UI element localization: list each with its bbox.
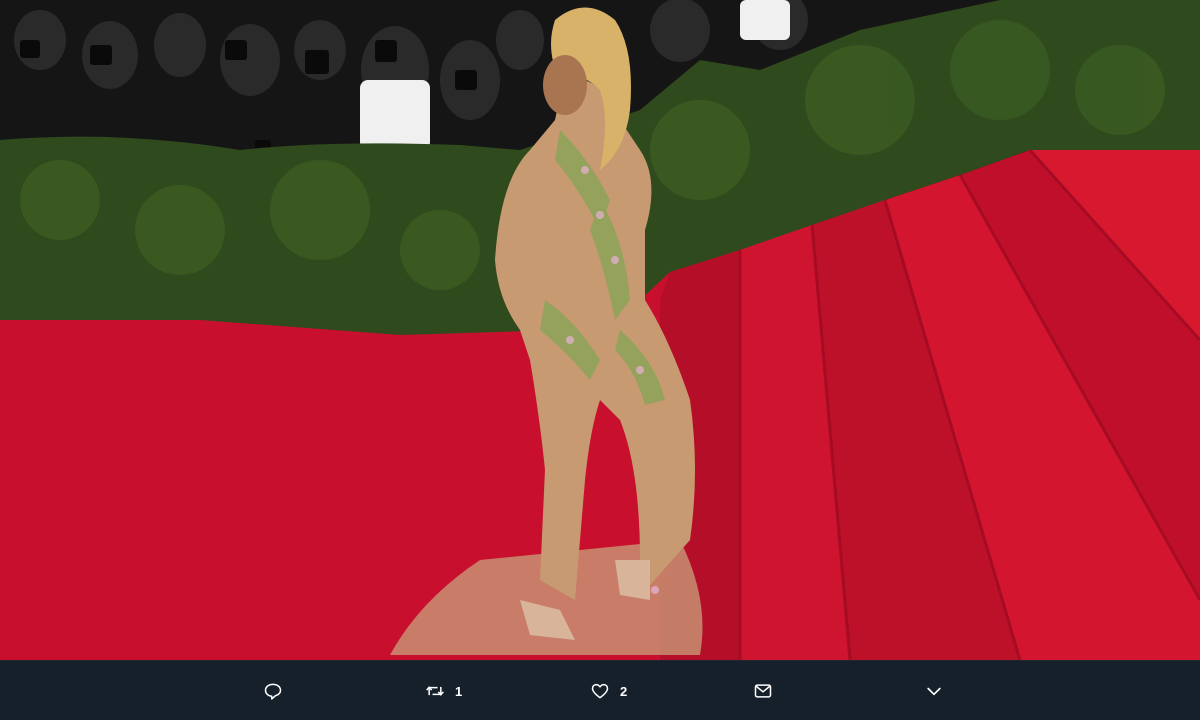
retweet-count: 1 [455, 683, 463, 699]
mail-icon [754, 684, 772, 698]
heart-icon [591, 683, 609, 699]
chevron-down-icon [927, 687, 941, 696]
reply-icon [264, 683, 282, 700]
share-via-message-button[interactable] [753, 661, 773, 720]
like-button[interactable]: 2 [590, 661, 627, 720]
media-viewer: 1 2 [0, 0, 1200, 720]
retweet-icon [426, 686, 444, 696]
tweet-action-bar: 1 2 [0, 660, 1200, 720]
tweet-photo[interactable] [0, 0, 1200, 660]
reply-button[interactable] [263, 661, 283, 720]
more-options-button[interactable] [924, 661, 944, 720]
retweet-button[interactable]: 1 [425, 661, 462, 720]
like-count: 2 [620, 683, 628, 699]
photo-illustration [0, 0, 1200, 660]
